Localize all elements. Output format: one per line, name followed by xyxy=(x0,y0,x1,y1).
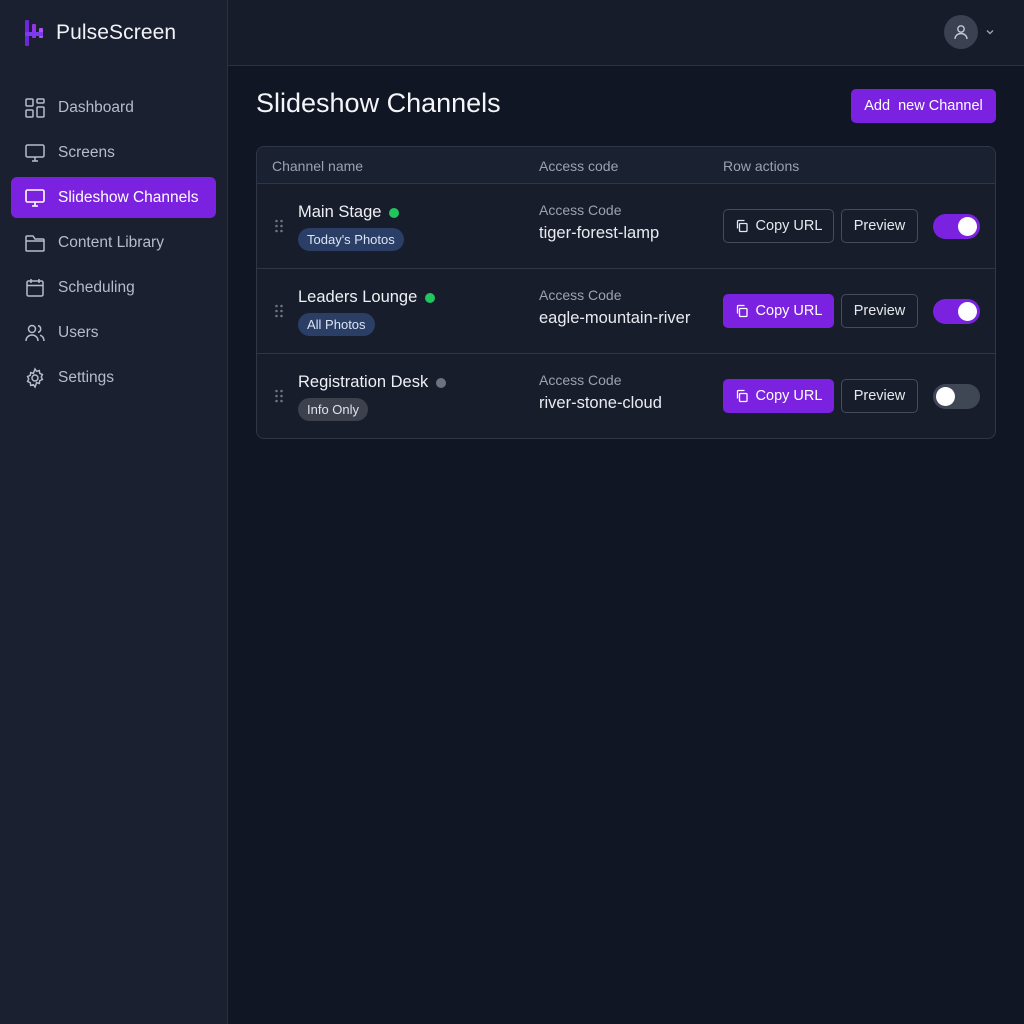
chevron-down-icon[interactable] xyxy=(984,26,996,38)
user-avatar[interactable] xyxy=(944,15,978,49)
copy-url-button[interactable]: Copy URL xyxy=(723,379,834,413)
sidebar-item-content-library[interactable]: Content Library xyxy=(11,222,216,263)
channel-name-text: Registration Desk xyxy=(298,373,429,391)
status-dot xyxy=(389,207,400,218)
toggle-knob xyxy=(958,217,977,236)
brand[interactable]: PulseScreen xyxy=(22,18,176,48)
sidebar-item-users[interactable]: Users xyxy=(11,312,216,353)
channel-enabled-toggle[interactable] xyxy=(933,384,980,409)
sidebar-item-screens[interactable]: Screens xyxy=(11,132,216,173)
add-channel-button[interactable]: Add new Channel xyxy=(851,89,996,123)
table-row: Leaders Lounge All Photos Access Code eagle… xyxy=(257,269,995,354)
drag-handle-icon[interactable] xyxy=(274,218,284,234)
sidebar-nav: Dashboard Screens Slideshow Channels Con… xyxy=(11,87,216,402)
monitor-icon xyxy=(25,143,45,162)
drag-handle-icon[interactable] xyxy=(274,388,284,404)
dashboard-icon xyxy=(25,97,45,118)
table-body: Main Stage Today's Photos Access Code tiger… xyxy=(257,184,995,438)
sidebar-item-slideshow-channels[interactable]: Slideshow Channels xyxy=(11,177,216,218)
status-dot xyxy=(425,292,436,303)
users-icon xyxy=(25,324,45,341)
sidebar-item-dashboard[interactable]: Dashboard xyxy=(11,87,216,128)
copy-icon xyxy=(736,389,748,403)
sidebar-item-label: Slideshow Channels xyxy=(58,188,199,206)
column-header-access-code: Access code xyxy=(539,158,619,174)
copy-icon xyxy=(736,304,748,318)
gear-icon xyxy=(26,366,44,389)
copy-url-label: Copy URL xyxy=(755,218,823,234)
access-code-value: river-stone-cloud xyxy=(539,394,662,412)
preview-button[interactable]: Preview xyxy=(841,379,918,413)
sidebar-item-scheduling[interactable]: Scheduling xyxy=(11,267,216,308)
preview-button[interactable]: Preview xyxy=(841,209,918,243)
sidebar-item-label: Users xyxy=(58,323,99,341)
top-bar xyxy=(228,0,1024,66)
sidebar-item-label: Screens xyxy=(58,143,115,161)
channel-name: Registration Desk xyxy=(298,373,447,392)
sidebar-item-label: Content Library xyxy=(58,233,164,251)
channel-tag: All Photos xyxy=(298,313,375,336)
page-title: Slideshow Channels xyxy=(256,88,501,118)
sidebar-item-label: Dashboard xyxy=(58,98,134,116)
sidebar-item-label: Settings xyxy=(58,368,115,386)
table-row: Main Stage Today's Photos Access Code tiger… xyxy=(257,184,995,269)
toggle-knob xyxy=(958,302,977,321)
access-code-value: tiger-forest-lamp xyxy=(539,224,660,242)
table-row: Registration Desk Info Only Access Code riv… xyxy=(257,354,995,438)
sidebar-item-settings[interactable]: Settings xyxy=(11,357,216,398)
monitor-icon xyxy=(25,188,45,207)
app-name: PulseScreen xyxy=(56,21,177,44)
calendar-icon xyxy=(26,278,44,297)
access-code-label: Access Code xyxy=(539,372,622,388)
toggle-knob xyxy=(936,387,955,406)
copy-url-button[interactable]: Copy URL xyxy=(723,294,834,328)
channel-name: Leaders Lounge xyxy=(298,288,436,307)
preview-button[interactable]: Preview xyxy=(841,294,918,328)
column-header-channel-name: Channel name xyxy=(272,158,364,174)
sidebar: PulseScreen Dashboard Screens Slideshow … xyxy=(0,0,228,1024)
access-code-label: Access Code xyxy=(539,202,622,218)
sidebar-item-label: Scheduling xyxy=(58,278,135,296)
drag-handle-icon[interactable] xyxy=(274,303,284,319)
access-code-value: eagle-mountain-river xyxy=(539,309,691,327)
pulsescreen-logo-icon xyxy=(25,20,43,46)
channels-table: Channel name Access code Row actions Mai… xyxy=(256,146,996,439)
channel-tag: Info Only xyxy=(298,398,369,421)
folder-icon xyxy=(25,234,45,252)
user-icon xyxy=(954,25,968,40)
column-header-row-actions: Row actions xyxy=(723,158,800,174)
copy-icon xyxy=(736,219,748,233)
access-code-label: Access Code xyxy=(539,287,622,303)
channel-enabled-toggle[interactable] xyxy=(933,299,980,324)
channel-tag: Today's Photos xyxy=(298,228,404,251)
channel-name-text: Leaders Lounge xyxy=(298,288,418,306)
copy-url-label: Copy URL xyxy=(755,303,823,319)
channel-name: Main Stage xyxy=(298,203,400,222)
copy-url-button[interactable]: Copy URL xyxy=(723,209,834,243)
table-header: Channel name Access code Row actions xyxy=(257,147,995,184)
channel-enabled-toggle[interactable] xyxy=(933,214,980,239)
channel-name-text: Main Stage xyxy=(298,203,382,221)
status-dot xyxy=(436,377,447,388)
copy-url-label: Copy URL xyxy=(755,388,823,404)
